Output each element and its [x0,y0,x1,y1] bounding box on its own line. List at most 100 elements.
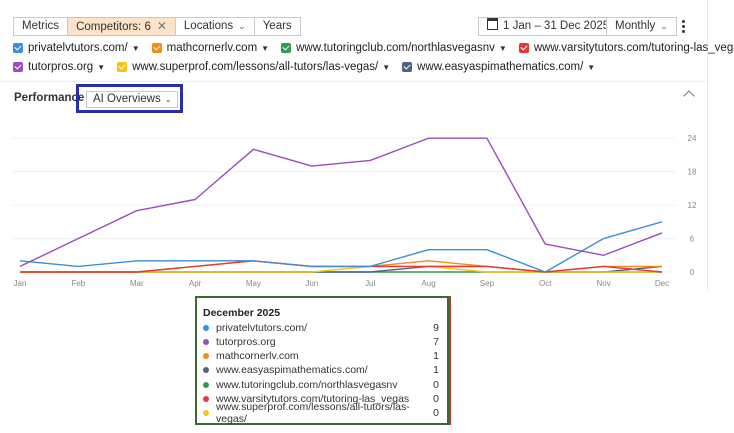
date-range-label: 1 Jan – 31 Dec 2025 [503,20,610,32]
tooltip-row: mathcornerlv.com 1 [203,349,439,363]
series-line [19,221,663,273]
tooltip-row-value: 9 [433,322,439,334]
chevron-down-icon[interactable]: ▼ [587,63,595,72]
legend-item[interactable]: tutorpros.org ▼ [13,61,105,73]
divider [0,81,707,82]
legend-label: www.tutoringclub.com/northlasvegasnv [296,42,495,54]
y-tick-label: 0 [690,268,695,277]
series-dot-icon [203,353,209,359]
locations-dropdown[interactable]: Locations ⌄ [174,17,255,36]
x-tick-label: Feb [71,279,85,288]
legend-label: www.varsitytutors.com/tutoring-las_vegas [533,42,734,54]
tooltip-row-label: www.easyaspimathematics.com/ [216,364,368,376]
tooltip-row-label: www.superprof.com/lessons/all-tutors/las… [216,401,410,425]
years-button[interactable]: Years [253,17,301,36]
tooltip-row-value: 0 [433,379,439,391]
chevron-down-icon[interactable]: ▼ [97,63,105,72]
x-tick-label: Nov [597,279,611,288]
tooltip-row-value: 1 [433,350,439,362]
legend-item[interactable]: www.easyaspimathematics.com/▼ [402,61,595,73]
tooltip-row: www.tutoringclub.com/northlasvegasnv 0 [203,378,439,392]
ai-overviews-label: AI Overviews [93,93,161,105]
performance-panel: Metrics Competitors: 6 ✕ Locations ⌄ Years… [0,0,734,290]
tooltip-row-value: 0 [433,393,439,405]
legend-label: privatelvtutors.com/ [28,42,128,54]
series-dot-icon [203,325,209,331]
performance-label: Performance [14,92,85,104]
legend-item[interactable]: www.varsitytutors.com/tutoring-las_vegas… [518,42,734,54]
legend-label: www.superprof.com/lessons/all-tutors/las… [132,61,379,73]
tooltip-row-label: tutorpros.org [216,336,276,348]
chevron-down-icon: ⌄ [164,95,172,104]
x-tick-label: Aug [421,279,435,288]
x-tick-label: Jun [305,279,318,288]
tooltip-row-value: 1 [433,364,439,376]
tooltip-row: www.superprof.com/lessons/all-tutors/las… [203,401,439,425]
x-tick-label: May [246,279,261,288]
competitors-label: Competitors: 6 [76,21,151,33]
y-tick-label: 18 [688,168,697,177]
legend-item[interactable]: www.superprof.com/lessons/all-tutors/las… [117,61,390,73]
chevron-down-icon[interactable]: ▼ [499,44,507,53]
series-dot-icon [203,396,209,402]
checkbox-icon[interactable] [117,62,128,72]
checkbox-icon[interactable] [281,43,292,53]
series-dot-icon [203,339,209,345]
x-tick-label: Jan [14,279,27,288]
tooltip-row-label: mathcornerlv.com [216,350,299,362]
metrics-button[interactable]: Metrics [13,17,69,36]
chevron-down-icon: ⌄ [660,21,668,31]
chevron-down-icon[interactable]: ▼ [261,44,269,53]
tooltip-row: privatelvtutors.com/9 [203,321,439,335]
ai-overviews-highlight: AI Overviews ⌄ [76,84,183,113]
x-tick-label: Apr [189,279,202,288]
locations-label: Locations [183,20,234,32]
tooltip-row-label: www.tutoringclub.com/northlasvegasnv [216,379,398,391]
chevron-down-icon[interactable]: ▼ [382,63,390,72]
granularity-label: Monthly [615,20,656,32]
legend-item[interactable]: www.tutoringclub.com/northlasvegasnv ▼ [281,42,507,54]
y-tick-label: 24 [688,134,697,143]
collapse-icon[interactable] [683,90,695,102]
checkbox-icon[interactable] [13,43,23,53]
close-icon[interactable]: ✕ [157,19,167,33]
legend-label: tutorpros.org [28,61,94,73]
series-dot-icon [203,382,209,388]
checkbox-icon[interactable] [151,43,162,53]
legend-row-1: privatelvtutors.com/▼ mathcornerlv.com ▼ … [13,42,734,54]
tooltip-row-value: 0 [433,407,439,419]
chevron-down-icon: ⌄ [238,21,246,31]
ai-overviews-line-chart: 24 18 12 6 0 Jan Feb Mar Apr May Jun Jul Aug Sep Oct No… [12,134,697,288]
checkbox-icon[interactable] [518,43,529,53]
series-dot-icon [203,367,209,373]
filter-toolbar: Metrics Competitors: 6 ✕ Locations ⌄ Years [13,17,301,36]
series-dot-icon [203,410,209,416]
chevron-down-icon[interactable]: ▼ [132,44,140,53]
x-tick-label: Dec [655,279,669,288]
tooltip-row-label: privatelvtutors.com/ [216,322,308,334]
tooltip-title: December 2025 [203,307,281,319]
legend-item[interactable]: privatelvtutors.com/ ▼ [13,42,140,54]
ai-overviews-dropdown[interactable]: AI Overviews ⌄ [86,91,179,108]
chart-tooltip: December 2025 privatelvtutors.com/9 tuto… [195,296,449,425]
legend-label: www.easyaspimathematics.com/ [417,61,584,73]
competitors-button[interactable]: Competitors: 6 ✕ [67,17,176,36]
granularity-dropdown[interactable]: Monthly ⌄ [606,17,677,36]
checkbox-icon[interactable] [13,62,23,72]
calendar-icon [487,18,498,30]
x-tick-label: Oct [539,279,552,288]
x-tick-label: Mar [130,279,144,288]
legend-item[interactable]: mathcornerlv.com ▼ [151,42,269,54]
series-line [19,137,663,268]
y-tick-label: 12 [688,201,697,210]
tooltip-row: tutorpros.org 7 [203,335,439,349]
legend-row-2: tutorpros.org ▼ www.superprof.com/lessons… [13,61,607,73]
checkbox-icon[interactable] [402,62,413,72]
x-tick-label: Jul [365,279,375,288]
y-tick-label: 6 [690,235,695,244]
series-line [20,265,662,273]
tooltip-row: www.easyaspimathematics.com/1 [203,363,439,377]
legend-label: mathcornerlv.com [166,42,258,54]
x-tick-label: Sep [480,279,495,288]
more-options-icon[interactable] [682,20,686,35]
